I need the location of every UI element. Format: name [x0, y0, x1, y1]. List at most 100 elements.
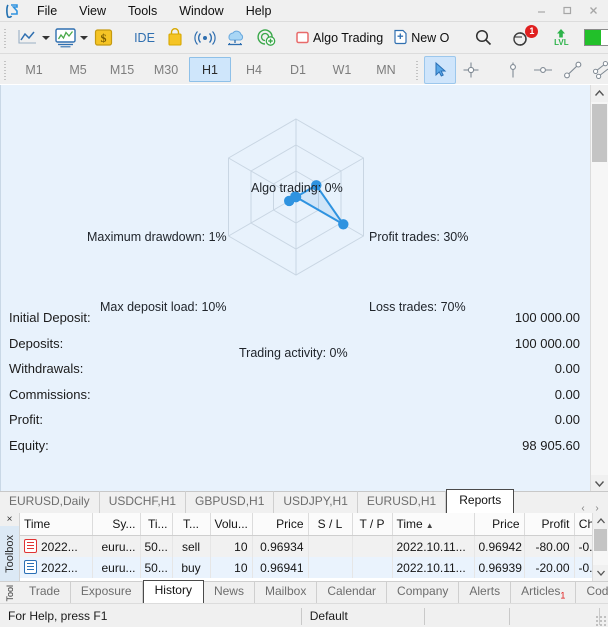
resize-grip-icon[interactable] — [595, 615, 607, 627]
col-price-close[interactable]: Price — [474, 513, 525, 536]
cell-time-close: 2022.10.11... — [392, 535, 475, 557]
col-change[interactable]: Chan... — [574, 513, 592, 536]
status-profile[interactable]: Default — [302, 608, 424, 625]
toolbar-grip[interactable] — [2, 26, 10, 49]
col-time-open[interactable]: Time — [20, 513, 93, 536]
indicators-dropdown-icon[interactable] — [80, 25, 88, 51]
currency-icon[interactable]: $ — [88, 25, 118, 51]
menu-item-tools[interactable]: Tools — [117, 1, 168, 21]
timeframe-grip[interactable] — [2, 58, 10, 81]
equidistant-channel-icon[interactable] — [588, 57, 608, 83]
cursor-icon[interactable] — [424, 55, 456, 84]
cell-time-open: 2022... — [20, 557, 93, 578]
chart-type-icon[interactable] — [12, 25, 42, 51]
maximize-button[interactable] — [554, 1, 580, 20]
col-volume[interactable]: Volu... — [210, 513, 253, 536]
chart-tab-eurusd-h1[interactable]: EURUSD,H1 — [358, 491, 447, 514]
chart-tab-eurusd-daily[interactable]: EURUSD,Daily — [0, 491, 100, 514]
scroll-track[interactable] — [591, 102, 608, 475]
new-order-button[interactable]: New O — [390, 25, 456, 51]
vertical-line-icon[interactable] — [498, 57, 528, 83]
tab-company[interactable]: Company — [387, 582, 460, 604]
stat-value: 100 000.00 — [514, 335, 580, 351]
chart-type-dropdown-icon[interactable] — [42, 25, 50, 51]
tab-trade[interactable]: Trade — [19, 582, 71, 604]
grid-scroll-down-icon[interactable] — [593, 565, 608, 581]
signals-icon[interactable] — [190, 25, 220, 51]
scroll-down-icon[interactable] — [591, 475, 608, 492]
timeframe-h4[interactable]: H4 — [233, 57, 275, 82]
notifications-icon[interactable]: 1 — [506, 24, 539, 51]
cell-price-close: 0.96942 — [474, 535, 525, 557]
grid-scrollbar[interactable] — [592, 513, 608, 581]
notifications-badge: 1 — [525, 24, 539, 38]
toolbox-close-icon[interactable]: × — [0, 513, 19, 526]
grid-scroll-up-icon[interactable] — [593, 513, 608, 529]
menu-item-window[interactable]: Window — [168, 1, 234, 21]
stat-row-commissions: Commissions: 0.00 — [9, 382, 580, 408]
timeframe-mn[interactable]: MN — [365, 57, 407, 82]
search-icon[interactable] — [468, 25, 498, 51]
toolbox-vertical-label: Toolbox — [0, 526, 19, 581]
indicators-icon[interactable] — [50, 25, 80, 51]
menu-item-view[interactable]: View — [68, 1, 117, 21]
chart-tab-usdjpy-h1[interactable]: USDJPY,H1 — [274, 491, 358, 514]
cell-sl — [308, 535, 353, 557]
chart-tab-gbpusd-h1[interactable]: GBPUSD,H1 — [186, 491, 275, 514]
col-ticket[interactable]: Ti... — [140, 513, 173, 536]
tab-articles[interactable]: Articles1 — [511, 582, 577, 604]
chart-tab-reports[interactable]: Reports — [446, 489, 515, 515]
tab-alerts[interactable]: Alerts — [459, 582, 512, 604]
market-bag-icon[interactable] — [160, 25, 190, 51]
tab-news[interactable]: News — [204, 582, 255, 604]
cell-price-open: 0.96934 — [252, 535, 309, 557]
radar-label-maximum-drawdown: Maximum drawdown: 1% — [87, 230, 227, 244]
cell-type: sell — [172, 535, 211, 557]
cell-change: -0.00 % — [574, 557, 592, 578]
vps-cloud-icon[interactable] — [220, 25, 250, 51]
report-scrollbar[interactable] — [590, 85, 608, 492]
trendline-icon[interactable] — [558, 57, 588, 83]
ide-button[interactable]: IDE — [130, 25, 160, 51]
col-sl[interactable]: S / L — [308, 513, 353, 536]
col-time-close[interactable]: Time ▲ — [392, 513, 475, 536]
connection-status-bar[interactable] — [582, 25, 608, 51]
col-type[interactable]: T... — [172, 513, 211, 536]
timeframe-h1[interactable]: H1 — [189, 57, 231, 82]
menu-item-file[interactable]: File — [26, 1, 68, 21]
col-price-open[interactable]: Price — [252, 513, 309, 536]
table-row[interactable]: 2022... euru... 50... buy 10 0.96941 202… — [20, 557, 592, 578]
status-cell-4 — [510, 608, 599, 625]
col-profit[interactable]: Profit — [524, 513, 575, 536]
scroll-thumb[interactable] — [592, 104, 607, 162]
timeframe-m1[interactable]: M1 — [13, 57, 55, 82]
tab-mailbox[interactable]: Mailbox — [255, 582, 318, 604]
tab-history[interactable]: History — [142, 580, 204, 605]
crosshair-icon[interactable] — [456, 57, 486, 83]
timeframe-d1[interactable]: D1 — [277, 57, 319, 82]
timeframe-m30[interactable]: M30 — [145, 57, 187, 82]
grid-scroll-thumb[interactable] — [594, 529, 607, 551]
lvl-indicator-icon[interactable]: LVL — [546, 25, 576, 51]
menu-item-help[interactable]: Help — [235, 1, 283, 21]
scroll-up-icon[interactable] — [591, 85, 608, 102]
drawing-toolbar-grip[interactable] — [414, 58, 422, 81]
tab-calendar[interactable]: Calendar — [317, 582, 388, 604]
new-order-label: New O — [411, 30, 450, 45]
col-symbol[interactable]: Sy... — [92, 513, 141, 536]
timeframe-m5[interactable]: M5 — [57, 57, 99, 82]
minimize-button[interactable] — [528, 1, 554, 20]
timeframe-m15[interactable]: M15 — [101, 57, 143, 82]
tab-exposure[interactable]: Exposure — [71, 582, 143, 604]
grid-scroll-track[interactable] — [593, 529, 608, 565]
timeframe-w1[interactable]: W1 — [321, 57, 363, 82]
chart-tab-usdchf-h1[interactable]: USDCHF,H1 — [100, 491, 187, 514]
table-row[interactable]: 2022... euru... 50... sell 10 0.96934 20… — [20, 535, 592, 557]
signals-subscribe-icon[interactable] — [250, 25, 280, 51]
algo-trading-button[interactable]: Algo Trading — [292, 25, 390, 51]
horizontal-line-icon[interactable] — [528, 57, 558, 83]
col-tp[interactable]: T / P — [352, 513, 393, 536]
stat-label: Equity: — [9, 437, 49, 453]
close-button[interactable] — [580, 1, 606, 20]
tab-code-base[interactable]: Code E — [576, 582, 608, 604]
